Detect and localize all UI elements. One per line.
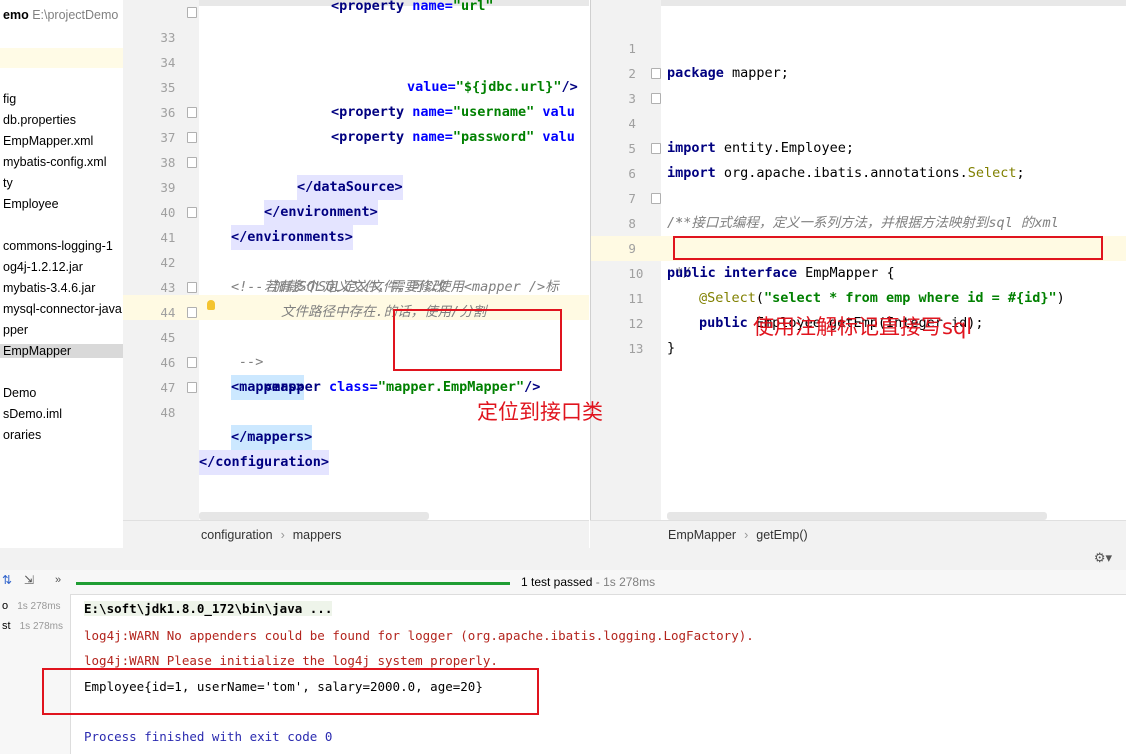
code-line: 11 public Employee getEmp(Integer id);	[591, 261, 1126, 331]
tree-item[interactable]: EmpMapper.xml	[3, 134, 93, 148]
tree-project-root[interactable]: emo E:\projectDemo	[3, 8, 118, 22]
code-line: 39 </environments>	[123, 150, 589, 250]
tree-item[interactable]: mysql-connector-java	[3, 302, 122, 316]
run-panel: ⚙▾ ⇅ ⇲ » 1 test passed - 1s 278ms o 1s 2…	[0, 548, 1126, 754]
fold-icon[interactable]	[187, 282, 197, 293]
tree-item[interactable]: mybatis-3.4.6.jar	[3, 281, 95, 295]
tree-item-selected[interactable]: EmpMapper	[0, 344, 123, 358]
java-breadcrumb: EmpMapper › getEmp()	[590, 520, 1126, 549]
tree-item[interactable]: sDemo.iml	[3, 407, 62, 421]
code-line: 34 value="${jdbc.url}"/>	[123, 25, 589, 95]
gear-icon[interactable]: ⚙▾	[1094, 550, 1112, 566]
tree-item[interactable]: ty	[3, 176, 13, 190]
fold-icon[interactable]	[187, 157, 197, 168]
fold-icon[interactable]	[187, 307, 197, 318]
horizontal-scrollbar[interactable]	[199, 512, 429, 520]
fold-icon[interactable]	[651, 68, 661, 79]
test-time: 1s 278ms	[17, 601, 61, 612]
test-progress-bar	[76, 582, 510, 585]
xml-editor[interactable]: 33 <property name="url" 34 value="${jdbc…	[123, 0, 589, 520]
code-line: 8 */	[591, 186, 1126, 281]
code-line: 2	[591, 36, 1126, 81]
tree-item[interactable]: Demo	[3, 386, 36, 400]
code-line: 1 package mapper;	[591, 11, 1126, 81]
console-line: E:\soft\jdk1.8.0_172\bin\java ...	[84, 601, 333, 616]
fold-icon[interactable]	[651, 143, 661, 154]
expand-icon[interactable]: ⇲	[24, 573, 34, 587]
code-line: 38 </environment>	[123, 125, 589, 225]
code-line: 12 }	[591, 286, 1126, 356]
code-line: 3 import entity.Employee;	[591, 61, 1126, 156]
annotation-note-right: 使用注解标记直接写sql	[753, 315, 973, 339]
run-panel-header: ⚙▾	[0, 548, 1126, 571]
tree-item[interactable]: pper	[3, 323, 28, 337]
xml-breadcrumb: configuration › mappers	[123, 520, 589, 549]
test-name: st	[2, 620, 11, 632]
breadcrumb-item[interactable]: getEmp()	[756, 528, 807, 542]
fold-icon[interactable]	[651, 93, 661, 104]
tree-item[interactable]: fig	[3, 92, 16, 106]
code-line: 37 </dataSource>	[123, 100, 589, 200]
tree-item[interactable]: og4j-1.2.12.jar	[3, 260, 83, 274]
tree-item[interactable]: db.properties	[3, 113, 76, 127]
breadcrumb-item[interactable]: EmpMapper	[668, 528, 736, 542]
code-line: 5	[591, 111, 1126, 156]
code-line: 41 <!-- 加载SQL定义文件，需要修改	[123, 200, 589, 295]
code-line: 33 <property name="url"	[123, 0, 589, 45]
test-status-time: - 1s 278ms	[595, 575, 656, 589]
code-line: 7 * 接口式编程，定义一系列方法，并根据方法映射到sql 的xml	[591, 161, 1126, 231]
horizontal-scrollbar[interactable]	[667, 512, 1047, 520]
annotation-box-mapper-class	[393, 309, 562, 371]
console-line: log4j:WARN Please initialize the log4j s…	[84, 653, 498, 668]
fold-icon[interactable]	[187, 207, 197, 218]
code-line: 40	[123, 175, 589, 220]
fold-icon[interactable]	[187, 382, 197, 393]
code-line: 4 import org.apache.ibatis.annotations.S…	[591, 86, 1126, 181]
breadcrumb-separator: ›	[744, 528, 749, 542]
fold-icon[interactable]	[187, 7, 197, 18]
editor-tab-strip	[591, 0, 1126, 6]
tree-item[interactable]: Employee	[3, 197, 59, 211]
test-name: o	[2, 600, 9, 612]
breadcrumb-item[interactable]: configuration	[201, 528, 273, 542]
tree-item[interactable]: mybatis-config.xml	[3, 155, 107, 169]
test-tree-item[interactable]: o 1s 278ms	[2, 600, 61, 612]
project-name: emo	[3, 8, 29, 22]
annotation-box-output	[42, 668, 539, 715]
test-time: 1s 278ms	[19, 621, 63, 632]
code-line: 35 <property name="username" valu	[123, 50, 589, 120]
breadcrumb-item[interactable]: mappers	[293, 528, 342, 542]
breadcrumb-separator: ›	[280, 528, 285, 542]
test-status: 1 test passed - 1s 278ms	[521, 575, 655, 589]
sort-icon[interactable]: ⇅	[2, 573, 12, 587]
code-line: 42 若有多个SQL定义文件，可以使用<mapper />标	[123, 225, 589, 295]
annotation-box-select	[673, 236, 1103, 260]
code-line: 43 文件路径中存在.的话，使用/分割	[123, 250, 589, 320]
fold-icon[interactable]	[187, 357, 197, 368]
line-number: 13	[628, 341, 644, 356]
fold-icon[interactable]	[187, 107, 197, 118]
test-status-label: 1 test passed	[521, 575, 593, 589]
fold-icon[interactable]	[651, 193, 661, 204]
annotation-note-left: 定位到接口类	[477, 400, 603, 424]
intention-bulb-icon[interactable]	[207, 300, 215, 310]
fold-icon[interactable]	[187, 132, 197, 143]
code-line: 6 /**	[591, 136, 1126, 231]
code-line: 36 <property name="password" valu	[123, 75, 589, 145]
project-path: E:\projectDemo	[32, 8, 119, 22]
tree-item[interactable]: commons-logging-1	[3, 239, 113, 253]
line-number: 48	[160, 405, 176, 420]
console-line: log4j:WARN No appenders could be found f…	[84, 628, 754, 643]
tree-item[interactable]: oraries	[3, 428, 41, 442]
project-tree: emo E:\projectDemo fig db.properties Emp…	[0, 0, 124, 548]
code-line: 44 -->	[123, 275, 589, 370]
tree-highlight-band	[0, 48, 123, 68]
code-line: 9 public interface EmpMapper {	[591, 211, 1126, 281]
console-line: Process finished with exit code 0	[84, 729, 333, 744]
java-editor[interactable]: 1 package mapper; 2 3 import entity.Empl…	[590, 0, 1126, 520]
more-icon[interactable]: »	[55, 574, 61, 586]
test-tree-item[interactable]: st 1s 278ms	[2, 620, 63, 632]
